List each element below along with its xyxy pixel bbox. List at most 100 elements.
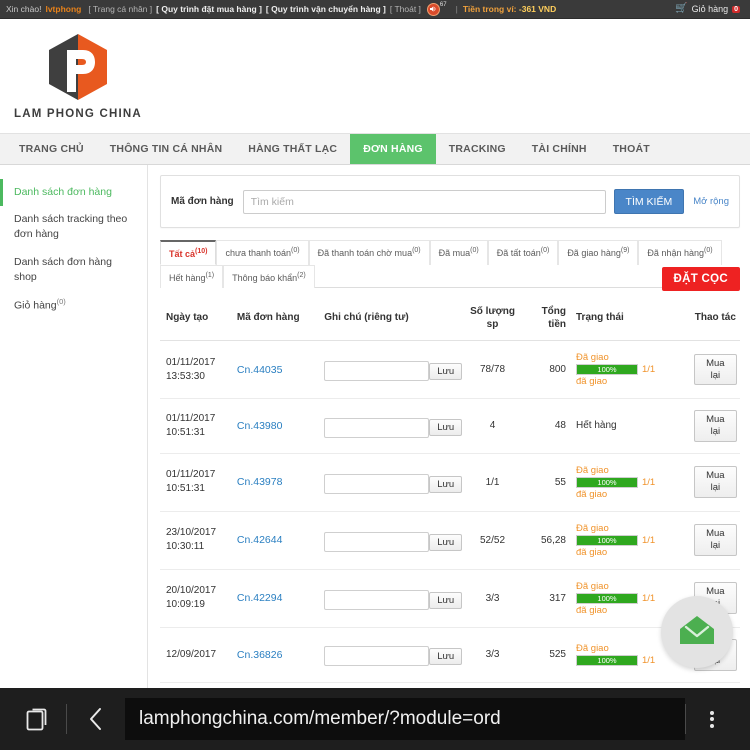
cell-quantity: 3/3 bbox=[466, 627, 519, 683]
cart-icon: 🛒 bbox=[675, 3, 688, 14]
order-code-link[interactable]: Cn.43980 bbox=[237, 420, 283, 432]
tab-count: (0) bbox=[291, 247, 300, 254]
cart-area[interactable]: 🛒 Giỏ hàng 0 bbox=[675, 4, 744, 14]
floating-message-button[interactable] bbox=[661, 596, 733, 668]
order-date: 23/10/2017 bbox=[166, 527, 217, 539]
save-note-button[interactable]: Lưu bbox=[429, 647, 463, 665]
nav-item-tai-chinh[interactable]: TÀI CHÍNH bbox=[519, 134, 600, 164]
cell-note: Lưu bbox=[321, 398, 467, 454]
order-code-link[interactable]: Cn.43978 bbox=[237, 476, 283, 488]
topbar-separator: | bbox=[455, 4, 458, 14]
speaker-icon[interactable] bbox=[426, 2, 440, 16]
cell-date: 20/10/2017 10:09:19 bbox=[160, 569, 234, 628]
note-input[interactable] bbox=[324, 590, 430, 610]
cell-total: 525 bbox=[518, 627, 572, 683]
tab-chua-thanh-toan[interactable]: chưa thanh toán(0) bbox=[216, 240, 309, 265]
save-note-button[interactable]: Lưu bbox=[429, 419, 463, 437]
tab-label: Tất cả bbox=[169, 249, 196, 259]
tab-da-nhan-hang[interactable]: Đã nhận hàng(0) bbox=[638, 240, 722, 265]
cell-order-code: Cn.44035 bbox=[233, 340, 322, 399]
note-input[interactable] bbox=[324, 361, 430, 382]
nav-item-thong-tin-ca-nhan[interactable]: THÔNG TIN CÁ NHÂN bbox=[97, 134, 235, 164]
search-input[interactable] bbox=[242, 189, 606, 214]
order-time: 10:51:31 bbox=[166, 483, 205, 495]
deposit-button[interactable]: ĐẶT CỌC bbox=[661, 267, 740, 291]
cell-date: 01/11/2017 10:51:31 bbox=[160, 453, 234, 512]
url-bar[interactable]: lamphongchina.com/member/?module=ord bbox=[125, 698, 685, 740]
order-code-link[interactable]: Cn.36826 bbox=[237, 649, 283, 661]
notification-speaker[interactable]: 67 bbox=[426, 2, 447, 16]
col-header-tong-tien: Tổng tiền bbox=[518, 297, 572, 341]
expand-search-link[interactable]: Mở rộng bbox=[693, 196, 729, 207]
topbar-link-profile[interactable]: [ Trang cá nhân ] bbox=[88, 4, 152, 14]
progress-label: 100% bbox=[597, 365, 617, 374]
tab-label: Đã nhận hàng bbox=[647, 248, 704, 258]
cell-date: 01/11/2017 10:51:31 bbox=[160, 398, 234, 454]
sidebar-item-label: Danh sách đơn hàng bbox=[14, 186, 112, 198]
cell-date: 01/11/2017 13:53:30 bbox=[160, 340, 234, 399]
cell-action: Mua lại bbox=[690, 511, 740, 570]
tab-da-thanh-toan-cho-mua[interactable]: Đã thanh toán chờ mua(0) bbox=[308, 240, 430, 265]
topbar-link-logout[interactable]: [ Thoát ] bbox=[390, 4, 421, 14]
status-progress-group: Đã giao 100% 1/1 đã giao bbox=[576, 523, 688, 558]
rebuy-button[interactable]: Mua lại bbox=[693, 410, 737, 442]
col-header-trang-thai: Trạng thái bbox=[572, 297, 691, 341]
cell-action: Mua lại bbox=[690, 453, 740, 512]
nav-item-thoat[interactable]: THOÁT bbox=[600, 134, 663, 164]
sidebar-item-gio-hang[interactable]: Giỏ hàng(0) bbox=[0, 291, 147, 320]
overflow-menu-icon[interactable] bbox=[686, 708, 738, 730]
nav-item-trang-chu[interactable]: TRANG CHỦ bbox=[6, 134, 97, 164]
cell-note: Lưu bbox=[321, 511, 467, 570]
sidebar-item-danh-sach-don-hang[interactable]: Danh sách đơn hàng bbox=[0, 179, 147, 207]
status-fraction: 1/1 bbox=[642, 534, 656, 546]
order-code-link[interactable]: Cn.42294 bbox=[237, 592, 283, 604]
status-bar-line: 100% 1/1 bbox=[576, 476, 688, 488]
tab-da-mua[interactable]: Đã mua(0) bbox=[429, 240, 488, 265]
order-date: 01/11/2017 bbox=[166, 356, 216, 368]
nav-item-hang-that-lac[interactable]: HÀNG THẤT LẠC bbox=[235, 134, 350, 164]
note-input[interactable] bbox=[324, 646, 430, 667]
search-button[interactable]: TÌM KIẾM bbox=[613, 189, 685, 214]
tab-tat-ca[interactable]: Tất cả(10) bbox=[160, 240, 217, 265]
logo-hexagon-icon bbox=[45, 32, 111, 102]
tab-da-giao-hang[interactable]: Đã giao hàng(9) bbox=[558, 240, 639, 265]
progress-bar: 100% bbox=[576, 654, 638, 666]
note-input[interactable] bbox=[324, 474, 430, 494]
rebuy-button[interactable]: Mua lại bbox=[693, 524, 737, 557]
greeting-text: Xin chào! bbox=[6, 4, 42, 14]
tab-count: (0) bbox=[703, 247, 713, 254]
save-note-button[interactable]: Lưu bbox=[429, 533, 463, 551]
sidebar-item-danh-sach-tracking[interactable]: Danh sách tracking theo đơn hàng bbox=[0, 206, 147, 248]
order-code-link[interactable]: Cn.42644 bbox=[237, 534, 283, 546]
tab-het-hang[interactable]: Hết hàng(1) bbox=[160, 265, 224, 288]
note-input[interactable] bbox=[324, 532, 430, 552]
tab-da-tat-toan[interactable]: Đã tất toán(0) bbox=[487, 240, 559, 265]
back-chevron-icon[interactable] bbox=[67, 704, 125, 734]
nav-item-don-hang[interactable]: ĐƠN HÀNG bbox=[350, 134, 436, 164]
nav-item-tracking[interactable]: TRACKING bbox=[436, 134, 519, 164]
cell-total: 317 bbox=[518, 569, 572, 628]
save-note-button[interactable]: Lưu bbox=[429, 362, 463, 380]
topbar-link-purchase-process[interactable]: [ Quy trình đặt mua hàng ] bbox=[156, 4, 262, 14]
site-logo[interactable]: LAM PHONG CHINA bbox=[14, 32, 142, 120]
status-progress-group: Đã giao 100% 1/1 đã giao bbox=[576, 465, 688, 500]
tabs-icon[interactable] bbox=[12, 704, 66, 734]
cell-order-code: Cn.42644 bbox=[233, 511, 322, 570]
note-input[interactable] bbox=[324, 417, 430, 438]
rebuy-button[interactable]: Mua lại bbox=[693, 353, 737, 386]
tab-thong-bao-khan[interactable]: Thông báo khẩn(2) bbox=[223, 265, 315, 288]
status-progress-group: Đã giao 100% 1/1 đã giao bbox=[576, 352, 688, 387]
orders-table: Ngày tạo Mã đơn hàng Ghi chú (riêng tư) … bbox=[160, 297, 740, 683]
save-note-button[interactable]: Lưu bbox=[429, 475, 463, 493]
cell-order-code: Cn.36826 bbox=[233, 627, 322, 683]
save-note-button[interactable]: Lưu bbox=[429, 591, 463, 609]
rebuy-button[interactable]: Mua lại bbox=[693, 466, 737, 499]
topbar-link-shipping-process[interactable]: [ Quy trình vận chuyển hàng ] bbox=[266, 4, 386, 14]
order-code-link[interactable]: Cn.44035 bbox=[237, 364, 283, 376]
table-row: 01/11/2017 10:51:31 Cn.43978 Lưu 1/1 55 Đã gia… bbox=[160, 453, 740, 512]
logo-wordmark: LAM PHONG CHINA bbox=[14, 108, 142, 120]
logo-band: LAM PHONG CHINA bbox=[0, 19, 750, 133]
sidebar-item-danh-sach-don-hang-shop[interactable]: Danh sách đơn hàng shop bbox=[0, 249, 147, 291]
progress-label: 100% bbox=[597, 535, 617, 545]
table-row: 23/10/2017 10:30:11 Cn.42644 Lưu 52/52 56,28 Đ… bbox=[160, 511, 740, 570]
